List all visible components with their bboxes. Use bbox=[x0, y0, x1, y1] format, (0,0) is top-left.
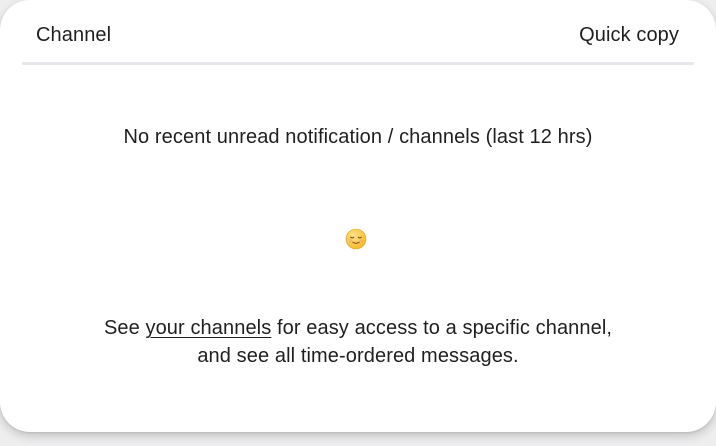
empty-state-help-text: See your channels for easy access to a s… bbox=[0, 314, 716, 370]
notifications-card: Channel Quick copy No recent unread noti… bbox=[0, 0, 716, 432]
card-header: Channel Quick copy bbox=[0, 0, 716, 64]
empty-state-title: No recent unread notification / channels… bbox=[123, 126, 593, 148]
relieved-face-icon bbox=[345, 228, 367, 250]
help-line-1: See your channels for easy access to a s… bbox=[0, 314, 716, 342]
header-divider bbox=[22, 62, 694, 65]
channel-column-label: Channel bbox=[36, 24, 112, 46]
help-line-2: and see all time-ordered messages. bbox=[197, 345, 519, 367]
your-channels-link[interactable]: your channels bbox=[145, 317, 271, 339]
help-suffix: for easy access to a specific channel, bbox=[271, 317, 613, 339]
quick-copy-button[interactable]: Quick copy bbox=[579, 24, 679, 47]
help-prefix: See bbox=[103, 317, 146, 339]
